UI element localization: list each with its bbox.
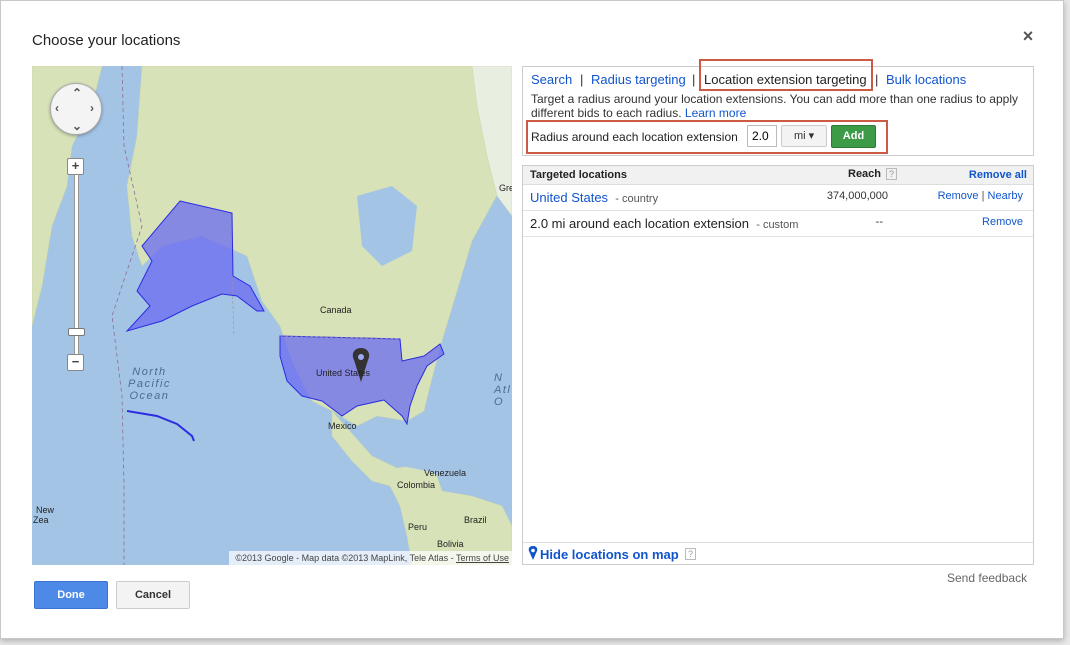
targeted-locations-table: Targeted locations Reach ? Remove all Un… bbox=[522, 165, 1034, 565]
atlantic-line-3: O bbox=[494, 396, 505, 408]
table-row: United States - country 374,000,000 Remo… bbox=[523, 185, 1033, 211]
zoom-slider-rail[interactable] bbox=[74, 166, 79, 366]
location-name-link[interactable]: United States - country bbox=[530, 190, 658, 205]
highlight-box-radius bbox=[526, 120, 888, 154]
header-targeted-locations: Targeted locations bbox=[530, 169, 627, 181]
tab-bulk-locations[interactable]: Bulk locations bbox=[886, 72, 966, 87]
location-map[interactable]: ⌃ ⌄ ‹ › + − Canada United States Mexico … bbox=[32, 66, 512, 565]
description-text: Target a radius around your location ext… bbox=[531, 92, 1018, 120]
reach-value: 374,000,000 bbox=[826, 190, 888, 202]
map-label-colombia: Colombia bbox=[397, 480, 436, 490]
map-graphics bbox=[32, 66, 512, 565]
learn-more-link[interactable]: Learn more bbox=[685, 106, 746, 120]
pan-down-icon[interactable]: ⌄ bbox=[72, 119, 82, 133]
map-label-mexico: Mexico bbox=[328, 421, 357, 431]
map-label-north-atlantic: N Atl O bbox=[494, 372, 511, 408]
map-label-zealand: Zea bbox=[33, 515, 49, 525]
table-row: 2.0 mi around each location extension - … bbox=[523, 211, 1033, 237]
zoom-in-button[interactable]: + bbox=[67, 158, 84, 175]
location-kind: - custom bbox=[756, 219, 799, 231]
location-kind: - country bbox=[615, 193, 659, 205]
remove-link[interactable]: Remove bbox=[938, 190, 979, 202]
tab-radius-targeting[interactable]: Radius targeting bbox=[591, 72, 686, 87]
pan-left-icon[interactable]: ‹ bbox=[55, 101, 59, 115]
choose-locations-dialog: Choose your locations × ⌃ ⌄ ‹ › + − Cana… bbox=[0, 0, 1064, 639]
highlight-box-tab bbox=[699, 59, 873, 91]
map-pin-icon bbox=[528, 546, 538, 560]
pan-control-icon[interactable]: ⌃ ⌄ ‹ › bbox=[50, 83, 102, 135]
remove-link[interactable]: Remove bbox=[982, 216, 1023, 228]
zoom-out-button[interactable]: − bbox=[67, 354, 84, 371]
tab-search[interactable]: Search bbox=[531, 72, 572, 87]
atlantic-line-2: Atl bbox=[494, 384, 512, 396]
done-button[interactable]: Done bbox=[34, 581, 108, 609]
map-label-united-states: United States bbox=[316, 368, 371, 378]
row-actions: Remove | Nearby bbox=[938, 190, 1023, 202]
pan-right-icon[interactable]: › bbox=[90, 101, 94, 115]
map-label-new: New bbox=[36, 505, 55, 515]
ocean-line-1: North bbox=[132, 366, 167, 378]
zoom-slider-thumb[interactable] bbox=[68, 328, 85, 336]
targeting-panel: Search | Radius targeting | Location ext… bbox=[522, 59, 1034, 156]
ocean-line-2: Pacific bbox=[128, 378, 171, 390]
remove-all-link[interactable]: Remove all bbox=[969, 169, 1027, 181]
location-name: 2.0 mi around each location extension bbox=[530, 216, 749, 231]
map-copyright: ©2013 Google - Map data ©2013 MapLink, T… bbox=[229, 551, 512, 565]
hide-locations-link[interactable]: Hide locations on map bbox=[540, 547, 679, 562]
actions-separator: | bbox=[981, 190, 985, 202]
location-name-text: 2.0 mi around each location extension - … bbox=[530, 216, 798, 231]
map-label-canada: Canada bbox=[320, 305, 352, 315]
table-header: Targeted locations Reach ? Remove all bbox=[523, 166, 1033, 185]
reach-help-icon[interactable]: ? bbox=[886, 168, 897, 180]
hide-locations-help-icon[interactable]: ? bbox=[685, 548, 696, 560]
map-copyright-text: ©2013 Google - Map data ©2013 MapLink, T… bbox=[235, 553, 456, 563]
ocean-line-3: Ocean bbox=[129, 390, 170, 402]
map-label-north-pacific: North Pacific Ocean bbox=[128, 366, 171, 402]
header-reach: Reach bbox=[848, 168, 882, 180]
map-label-brazil: Brazil bbox=[464, 515, 487, 525]
atlantic-line-1: N bbox=[494, 372, 504, 384]
map-label-peru: Peru bbox=[408, 522, 428, 532]
map-label-bolivia: Bolivia bbox=[437, 539, 464, 549]
terms-of-use-link[interactable]: Terms of Use bbox=[456, 553, 509, 563]
table-footer: Hide locations on map ? bbox=[523, 542, 1033, 564]
tab-separator: | bbox=[692, 72, 696, 87]
reach-value: -- bbox=[875, 216, 883, 228]
close-icon[interactable]: × bbox=[1019, 26, 1037, 46]
tab-separator: | bbox=[580, 72, 584, 87]
row-actions: Remove bbox=[982, 216, 1023, 228]
dialog-title: Choose your locations bbox=[32, 32, 181, 49]
aleutian-islands bbox=[126, 410, 195, 442]
pan-up-icon[interactable]: ⌃ bbox=[72, 86, 82, 100]
location-pin-hole bbox=[358, 354, 364, 360]
map-label-venezuela: Venezuela bbox=[424, 468, 467, 478]
cancel-button[interactable]: Cancel bbox=[116, 581, 190, 609]
nearby-link[interactable]: Nearby bbox=[988, 190, 1023, 202]
map-label-gre: Gre bbox=[499, 183, 512, 193]
location-extension-description: Target a radius around your location ext… bbox=[531, 92, 1021, 120]
send-feedback-link[interactable]: Send feedback bbox=[947, 571, 1027, 585]
tab-separator: | bbox=[875, 72, 879, 87]
location-name[interactable]: United States bbox=[530, 190, 608, 205]
